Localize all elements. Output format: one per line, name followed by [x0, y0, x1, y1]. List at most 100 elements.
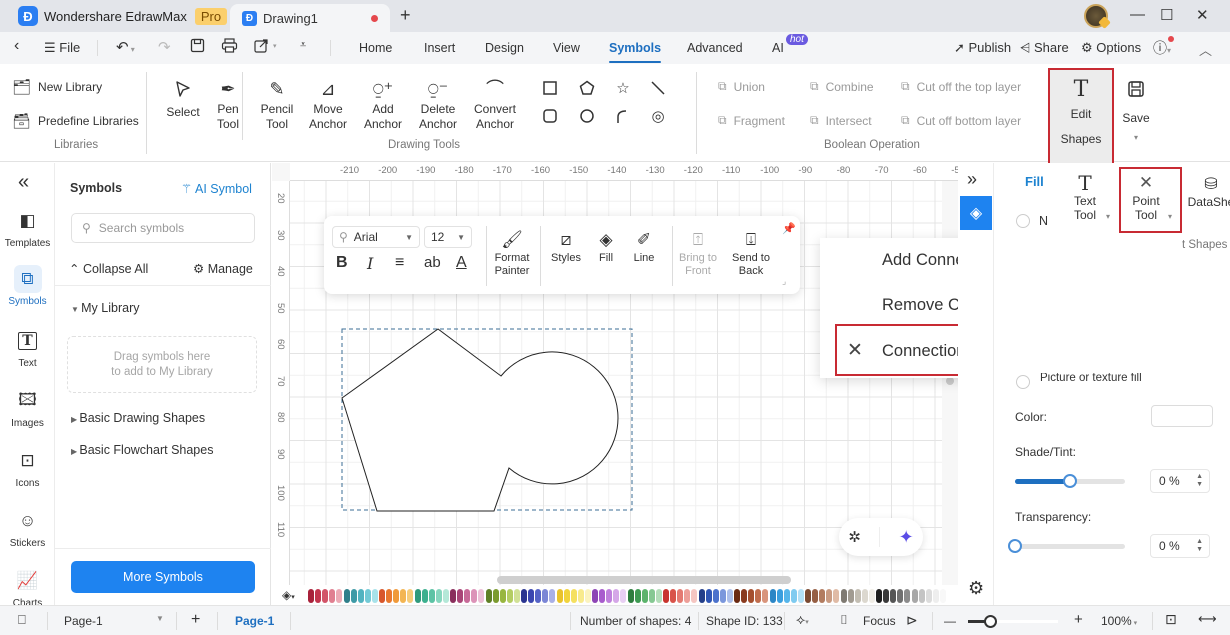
canvas-area[interactable]: -210 -200 -190 -180 -170 -160 -150 -140 -130 -120… [272, 163, 958, 605]
zoom-out-button[interactable]: — [944, 614, 956, 628]
tab-insert[interactable]: Insert [424, 41, 455, 55]
minimize-button[interactable]: — [1130, 6, 1145, 23]
pin-icon[interactable]: 📌 [782, 222, 796, 235]
nav-text[interactable]: T Text [0, 327, 55, 369]
color-swatch[interactable] [876, 589, 882, 603]
nav-icons[interactable]: ⊡ Icons [0, 447, 55, 489]
transparency-slider[interactable] [1008, 539, 1125, 553]
color-swatch[interactable] [421, 589, 428, 603]
predefine-libraries-button[interactable]: 🗃 Predefine Libraries [12, 112, 139, 130]
ai-symbol-button[interactable]: ⚚ AI Symbol [181, 181, 252, 196]
shade-tint-slider[interactable] [1015, 474, 1125, 488]
new-library-button[interactable]: 🗂 New Library [12, 78, 102, 96]
color-swatch[interactable] [528, 589, 535, 603]
color-swatch[interactable] [535, 589, 542, 603]
tab-fill[interactable]: Fill [1025, 174, 1044, 189]
zoom-in-button[interactable]: + [1074, 611, 1083, 628]
line-button[interactable]: ✐ Line [628, 226, 660, 265]
color-swatch[interactable] [521, 589, 527, 603]
color-swatch[interactable] [890, 589, 897, 603]
color-swatch[interactable] [677, 589, 684, 603]
color-swatch[interactable] [379, 589, 385, 603]
color-swatch[interactable] [350, 589, 357, 603]
color-swatch[interactable] [308, 589, 314, 603]
fit-width-icon[interactable]: ⟷ [1198, 611, 1217, 627]
export-icon[interactable]: ▾ [254, 38, 280, 56]
save-icon[interactable] [190, 38, 205, 56]
nav-symbols[interactable]: ⧉ Symbols [0, 265, 55, 307]
tab-symbols[interactable]: Symbols [609, 41, 662, 63]
color-swatch[interactable] [599, 589, 606, 603]
shade-tint-input[interactable]: 0 % ▲ ▼ [1150, 469, 1210, 493]
color-swatch[interactable] [577, 589, 584, 603]
pencil-tool-button[interactable]: ✎ Pencil Tool [256, 76, 298, 132]
color-swatch[interactable] [663, 589, 669, 603]
tab-home[interactable]: Home [359, 41, 392, 55]
color-swatch[interactable] [329, 589, 336, 603]
search-symbols-input[interactable]: ⚲ Search symbols [71, 213, 255, 243]
bring-to-front-button[interactable]: ⍐ Bring to Front [676, 226, 720, 278]
color-swatch[interactable] [457, 589, 464, 603]
nav-images[interactable]: 🖾 Images [0, 387, 55, 430]
color-swatch[interactable] [570, 589, 577, 603]
color-swatch[interactable] [847, 589, 854, 603]
fit-page-icon[interactable]: ⊡ [1165, 611, 1177, 628]
layers-icon[interactable]: ⟡▾ [796, 611, 809, 628]
nav-charts[interactable]: 📈 Charts [0, 567, 55, 609]
redo-button[interactable]: ↷ [158, 38, 171, 56]
document-tab[interactable]: Ð Drawing1 [230, 4, 390, 32]
color-swatch[interactable] [371, 589, 378, 603]
more-symbols-button[interactable]: More Symbols [71, 561, 255, 593]
fill-panel-icon[interactable]: ◈ [960, 196, 992, 230]
color-swatch[interactable] [833, 589, 840, 603]
color-swatch[interactable] [797, 589, 804, 603]
page-panel-icon[interactable]: ⎕ [18, 612, 26, 628]
color-swatch[interactable] [563, 589, 570, 603]
collapse-sidebar-button[interactable]: « [18, 171, 29, 194]
color-swatch[interactable] [386, 589, 393, 603]
color-swatch[interactable] [734, 589, 740, 603]
color-swatch[interactable] [861, 589, 868, 603]
tab-view[interactable]: View [553, 41, 580, 55]
color-swatch[interactable] [464, 589, 471, 603]
my-library-drop-area[interactable]: Drag symbols here to add to My Library [67, 336, 257, 393]
color-swatch[interactable] [478, 589, 485, 603]
tab-advanced[interactable]: Advanced [687, 41, 743, 55]
color-swatch[interactable] [783, 589, 790, 603]
manage-button[interactable]: ⚙ Manage [193, 261, 253, 276]
fill-bucket-icon[interactable]: ◈▾ [282, 588, 295, 602]
move-anchor-button[interactable]: ⊿ Move Anchor [305, 76, 351, 132]
vertical-scrollbar-thumb[interactable] [946, 377, 954, 385]
color-swatch[interactable] [606, 589, 613, 603]
color-swatch[interactable] [904, 589, 911, 603]
color-swatch[interactable] [655, 589, 662, 603]
color-swatch[interactable] [471, 589, 478, 603]
color-swatch[interactable] [790, 589, 797, 603]
color-swatch[interactable] [719, 589, 726, 603]
spinner-arrows-icon[interactable]: ▲ ▼ [1196, 473, 1203, 489]
category-basic-flowchart-shapes[interactable]: ▶ Basic Flowchart Shapes [71, 443, 213, 457]
save-button[interactable]: Save ▾ [1118, 76, 1154, 148]
close-button[interactable]: ✕ [1196, 6, 1209, 24]
combined-shape[interactable] [341, 328, 619, 512]
color-swatch[interactable] [322, 589, 329, 603]
settings-gear-icon[interactable]: ⚙ [968, 578, 984, 599]
color-swatch[interactable] [485, 589, 492, 603]
select-tool-button[interactable]: Select [164, 76, 202, 120]
expand-corner-icon[interactable]: ⌟ [782, 276, 786, 287]
new-tab-button[interactable]: + [400, 5, 411, 26]
color-swatch[interactable] [592, 589, 598, 603]
print-icon[interactable] [221, 38, 238, 56]
align-button[interactable]: ≡ [395, 254, 404, 272]
color-swatch[interactable] [698, 589, 705, 603]
union-button[interactable]: ⧉ Union [718, 79, 765, 94]
color-swatch[interactable] [556, 589, 563, 603]
color-swatch[interactable] [648, 589, 655, 603]
color-swatch[interactable] [726, 589, 733, 603]
undo-button[interactable]: ↶ ▾ [116, 38, 135, 56]
category-basic-drawing-shapes[interactable]: ▶ Basic Drawing Shapes [71, 411, 205, 425]
focus-icon[interactable]: ⌷ [840, 612, 848, 628]
color-swatch[interactable] [435, 589, 442, 603]
color-swatch[interactable] [336, 589, 343, 603]
cut-top-layer-button[interactable]: ⧉ Cut off the top layer [901, 79, 1021, 94]
